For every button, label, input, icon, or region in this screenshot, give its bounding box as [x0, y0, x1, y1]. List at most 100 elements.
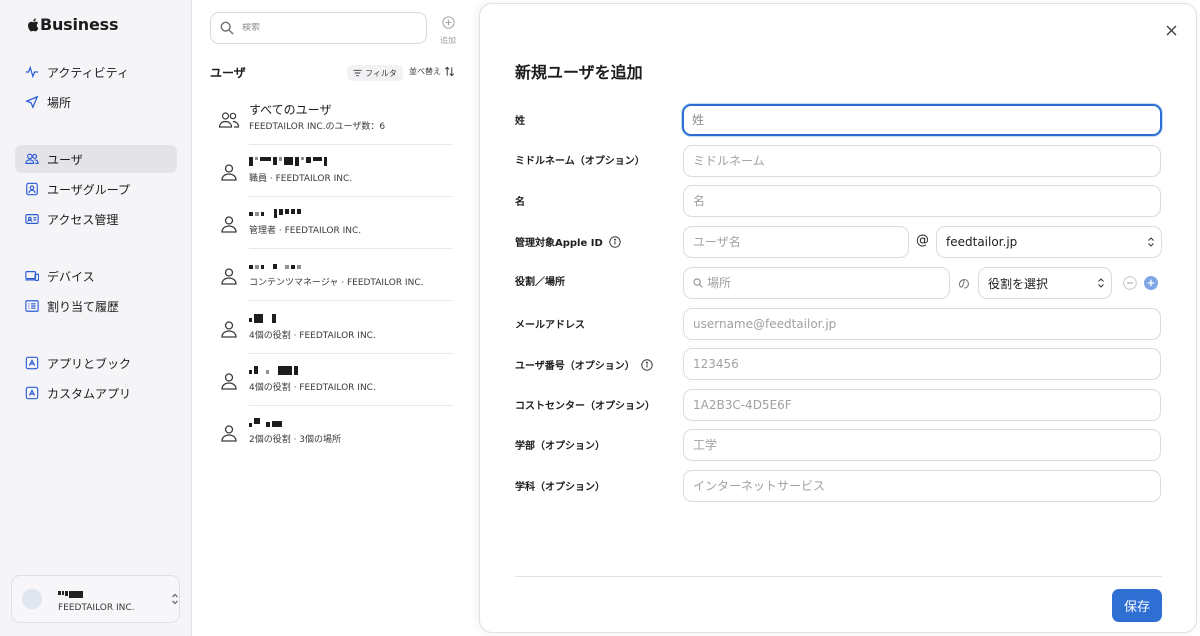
cost-center-input[interactable]	[693, 398, 1160, 412]
location-field[interactable]	[683, 267, 950, 299]
role-select-value: 役割を選択	[988, 276, 1049, 291]
middle-name-field[interactable]	[683, 145, 1161, 177]
username-input[interactable]	[693, 235, 908, 249]
sidebar-item-apps-and-books[interactable]: アプリとブック	[15, 349, 177, 377]
add-role-button[interactable]	[1144, 276, 1158, 290]
label-text: 姓	[515, 116, 525, 127]
faculty-input[interactable]	[693, 438, 1160, 452]
role-select[interactable]: 役割を選択	[978, 267, 1112, 299]
sidebar-item-devices[interactable]: デバイス	[15, 262, 177, 290]
sidebar-item-user-groups[interactable]: ユーザグループ	[15, 175, 177, 203]
remove-role-button[interactable]	[1123, 276, 1137, 290]
sidebar: Business アクティビティ 場所 ユーザ ユーザグループ アクセス管理 デ…	[0, 0, 192, 636]
sidebar-item-label: アクティビティ	[47, 65, 129, 80]
add-user-button[interactable]: 追加	[436, 14, 460, 46]
list-item-user[interactable]: 2個の役割 · 3個の場所	[218, 406, 453, 458]
list-item-subtitle: 管理者 · FEEDTAILOR INC.	[249, 226, 362, 236]
role-location-label: 役割／場所	[515, 273, 565, 288]
email-field[interactable]	[683, 308, 1161, 340]
save-button[interactable]: 保存	[1112, 589, 1162, 622]
sort-label: 並べ替え	[409, 67, 441, 76]
list-item-all-users[interactable]: すべてのユーザ FEEDTAILOR INC.のユーザ数：6	[218, 93, 453, 145]
sidebar-item-label: カスタムアプリ	[47, 386, 132, 401]
user-number-field[interactable]	[683, 348, 1161, 380]
label-text: 管理対象Apple ID	[515, 238, 603, 249]
user-number-label: ユーザ番号（オプション）	[515, 357, 653, 372]
sidebar-item-label: ユーザ	[47, 152, 83, 167]
list-item-user[interactable]: 管理者 · FEEDTAILOR INC.	[218, 197, 453, 249]
sidebar-item-activity[interactable]: アクティビティ	[15, 58, 177, 86]
username-field[interactable]	[683, 226, 909, 258]
sidebar-item-locations[interactable]: 場所	[15, 88, 177, 116]
last-name-field[interactable]	[682, 104, 1162, 136]
account-switcher[interactable]: FEEDTAILOR INC.	[11, 575, 180, 623]
plus-circle-icon	[1144, 276, 1158, 290]
sidebar-item-custom-apps[interactable]: カスタムアプリ	[15, 379, 177, 407]
filter-label: フィルタ	[365, 68, 397, 78]
list-item-subtitle: コンテンツマネージャ · FEEDTAILOR INC.	[249, 278, 424, 288]
person-icon	[221, 216, 237, 233]
users-icon	[25, 152, 39, 166]
sidebar-item-label: ユーザグループ	[47, 182, 131, 197]
list-item-user[interactable]: 4個の役割 · FEEDTAILOR INC.	[218, 302, 453, 354]
department-field[interactable]	[683, 470, 1161, 502]
user-number-input[interactable]	[693, 357, 1160, 371]
list-item-subtitle: 職員 · FEEDTAILOR INC.	[249, 174, 353, 184]
sidebar-item-label: アクセス管理	[47, 212, 119, 227]
cost-center-field[interactable]	[683, 389, 1161, 421]
label-text: 役割／場所	[515, 277, 565, 288]
info-icon[interactable]	[609, 235, 621, 248]
chevron-updown-icon	[1148, 237, 1154, 247]
plus-circle-icon	[441, 16, 455, 29]
id-card-icon	[25, 212, 39, 226]
app-store-icon	[25, 356, 39, 370]
connector-text: の	[958, 277, 971, 291]
domain-value: feedtailor.jp	[946, 235, 1018, 249]
list-item-user[interactable]: 4個の役割 · FEEDTAILOR INC.	[218, 354, 453, 406]
list-item-subtitle: FEEDTAILOR INC.のユーザ数：6	[249, 122, 386, 132]
redacted-user-name	[249, 157, 329, 166]
search-icon	[220, 21, 234, 35]
list-item-subtitle: 2個の役割 · 3個の場所	[249, 435, 342, 445]
email-input[interactable]	[693, 317, 1160, 331]
user-list-pane: 追加 ユーザ フィルタ 並べ替え すべてのユーザ FEEDTAILOR INC.…	[192, 0, 477, 636]
redacted-user-name	[249, 418, 284, 427]
domain-select[interactable]: feedtailor.jp	[936, 226, 1162, 258]
list-item-name: すべてのユーザ	[249, 103, 332, 117]
brand-logo[interactable]: Business	[27, 15, 118, 34]
chevron-updown-icon	[172, 593, 178, 605]
label-text: ミドルネーム（オプション）	[515, 156, 645, 167]
sidebar-item-assignment-history[interactable]: 割り当て履歴	[15, 292, 177, 320]
list-item-user[interactable]: コンテンツマネージャ · FEEDTAILOR INC.	[218, 249, 453, 301]
label-text: 名	[515, 197, 525, 208]
filter-icon	[353, 69, 362, 77]
close-icon[interactable]	[1166, 25, 1177, 36]
sidebar-item-users[interactable]: ユーザ	[15, 145, 177, 173]
search-input[interactable]	[242, 23, 412, 33]
brand-name: Business	[40, 15, 119, 34]
sidebar-item-label: デバイス	[47, 269, 95, 284]
middle-name-input[interactable]	[693, 154, 1160, 168]
department-input[interactable]	[693, 479, 1160, 493]
redacted-user-name	[249, 366, 300, 375]
first-name-input[interactable]	[693, 194, 1160, 208]
search-field[interactable]	[210, 12, 427, 44]
first-name-field[interactable]	[683, 185, 1161, 217]
location-input[interactable]	[707, 276, 949, 290]
faculty-field[interactable]	[683, 429, 1161, 461]
filter-button[interactable]: フィルタ	[347, 65, 403, 81]
list-item-user[interactable]: 職員 · FEEDTAILOR INC.	[218, 145, 453, 197]
label-text: 学部（オプション）	[515, 441, 605, 452]
info-icon[interactable]	[641, 358, 653, 371]
location-arrow-icon	[25, 95, 39, 109]
cost-center-label: コストセンター（オプション）	[515, 397, 655, 412]
last-name-input[interactable]	[692, 113, 1160, 127]
sort-button[interactable]: 並べ替え	[409, 66, 455, 77]
at-sign: @	[916, 233, 929, 248]
label-text: ユーザ番号（オプション）	[515, 361, 635, 372]
redacted-user-name	[249, 314, 278, 323]
search-icon	[693, 278, 703, 288]
list-item-subtitle: 4個の役割 · FEEDTAILOR INC.	[249, 383, 376, 393]
apple-logo-icon	[28, 18, 39, 31]
sidebar-item-access-management[interactable]: アクセス管理	[15, 205, 177, 233]
